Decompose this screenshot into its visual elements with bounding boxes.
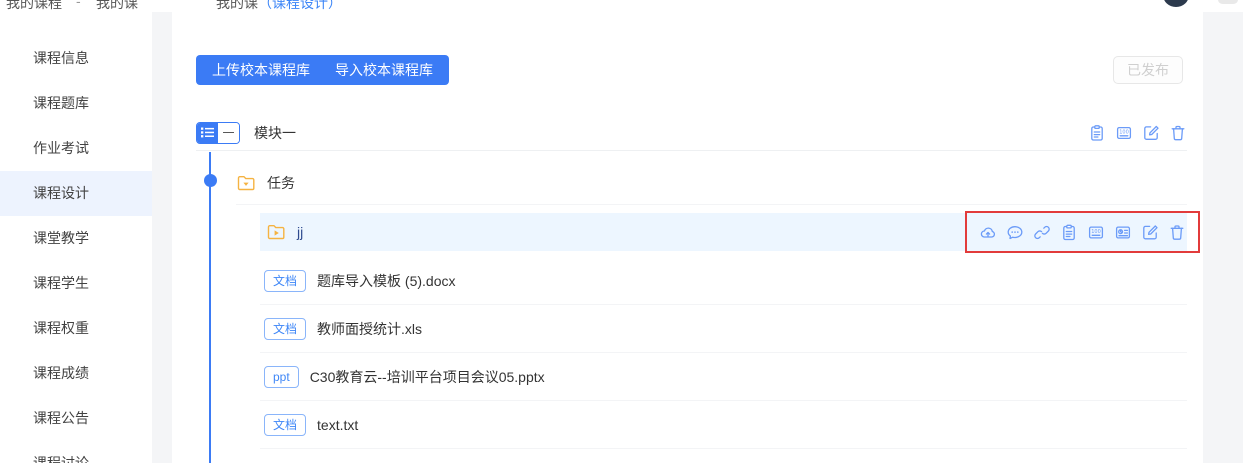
course-design-panel: 上传校本课程库 导入校本课程库 已发布 一 模块一 xyxy=(172,12,1203,463)
file-row[interactable]: 文档 教师面授统计.xls xyxy=(260,305,1187,353)
lesson-label: jj xyxy=(297,224,303,240)
breadcrumb-item-course[interactable]: 我的课 xyxy=(96,0,138,12)
breadcrumb-current-text: 我的课 xyxy=(216,0,258,11)
file-row[interactable]: 文档 text.txt xyxy=(260,401,1187,449)
module-document-icon[interactable] xyxy=(1088,124,1106,142)
folder-download-icon xyxy=(236,173,256,193)
breadcrumb-item-courses[interactable]: 我的课程 xyxy=(6,0,62,12)
published-status-button: 已发布 xyxy=(1113,56,1183,84)
file-name: C30教育云--培训平台项目会议05.pptx xyxy=(310,367,545,387)
sidebar-item-course-students[interactable]: 课程学生 xyxy=(0,261,152,306)
module-edit-icon[interactable] xyxy=(1142,124,1160,142)
sidebar-item-course-discussion[interactable]: 课程讨论 xyxy=(0,441,152,463)
folder-play-icon xyxy=(266,222,286,242)
top-breadcrumb-bar: 我的课程 - 我的课 我的课（课程设计） xyxy=(0,0,1243,12)
link-icon[interactable] xyxy=(1033,223,1051,241)
module-delete-icon[interactable] xyxy=(1169,124,1187,142)
breadcrumb-item-current[interactable]: 我的课（课程设计） xyxy=(216,0,342,12)
file-name: 题库导入模板 (5).docx xyxy=(317,271,455,291)
cloud-upload-icon[interactable] xyxy=(979,223,997,241)
task-node-row[interactable]: 任务 xyxy=(236,162,1187,205)
file-row[interactable]: ppt C30教育云--培训平台项目会议05.pptx xyxy=(260,353,1187,401)
module-minus-toggle[interactable]: 一 xyxy=(218,123,239,143)
file-row[interactable]: 文档 题库导入模板 (5).docx xyxy=(260,257,1187,305)
file-name: 教师面授统计.xls xyxy=(317,319,422,339)
sidebar-item-homework-exam[interactable]: 作业考试 xyxy=(0,126,152,171)
edit-icon[interactable] xyxy=(1141,223,1159,241)
task-label: 任务 xyxy=(267,173,295,193)
module-action-icons: 100 xyxy=(1088,124,1187,142)
upload-school-library-button[interactable]: 上传校本课程库 xyxy=(196,55,326,85)
breadcrumb-separator: - xyxy=(76,0,81,9)
comment-icon[interactable] xyxy=(1006,223,1024,241)
sidebar-item-course-info[interactable]: 课程信息 xyxy=(0,36,152,81)
document-icon[interactable] xyxy=(1060,223,1078,241)
delete-icon[interactable] xyxy=(1168,223,1186,241)
sidebar-item-question-bank[interactable]: 课程题库 xyxy=(0,81,152,126)
sidebar-item-course-grades[interactable]: 课程成绩 xyxy=(0,351,152,396)
sidebar-item-course-design[interactable]: 课程设计 xyxy=(0,171,152,216)
breadcrumb-current-link[interactable]: （课程设计） xyxy=(258,0,342,11)
file-type-badge: ppt xyxy=(264,366,299,388)
file-type-badge: 文档 xyxy=(264,270,306,292)
report-card-icon[interactable] xyxy=(1114,223,1132,241)
score-icon[interactable]: 100 xyxy=(1087,223,1105,241)
file-name: text.txt xyxy=(317,417,358,433)
module-title: 模块一 xyxy=(254,123,296,143)
file-type-badge: 文档 xyxy=(264,318,306,340)
module-collapse-control[interactable]: 一 xyxy=(196,122,240,144)
sidebar-item-course-announcement[interactable]: 课程公告 xyxy=(0,396,152,441)
user-avatar[interactable] xyxy=(1163,0,1189,7)
timeline-line xyxy=(209,152,211,463)
module-score-icon[interactable]: 100 xyxy=(1115,124,1133,142)
svg-text:100: 100 xyxy=(1091,228,1101,234)
sidebar-item-course-weight[interactable]: 课程权重 xyxy=(0,306,152,351)
module-list-icon[interactable] xyxy=(197,123,218,143)
course-sidebar: 课程信息 课程题库 作业考试 课程设计 课堂教学 课程学生 课程权重 课程成绩 … xyxy=(0,12,152,463)
header-pill xyxy=(1218,0,1238,4)
sidebar-item-classroom-teaching[interactable]: 课堂教学 xyxy=(0,216,152,261)
lesson-action-box-highlighted: 100 xyxy=(965,211,1200,253)
file-type-badge: 文档 xyxy=(264,414,306,436)
timeline-dot xyxy=(204,174,217,187)
svg-text:100: 100 xyxy=(1119,129,1129,135)
import-school-library-button[interactable]: 导入校本课程库 xyxy=(319,55,449,85)
module-row: 一 模块一 100 xyxy=(196,115,1187,151)
